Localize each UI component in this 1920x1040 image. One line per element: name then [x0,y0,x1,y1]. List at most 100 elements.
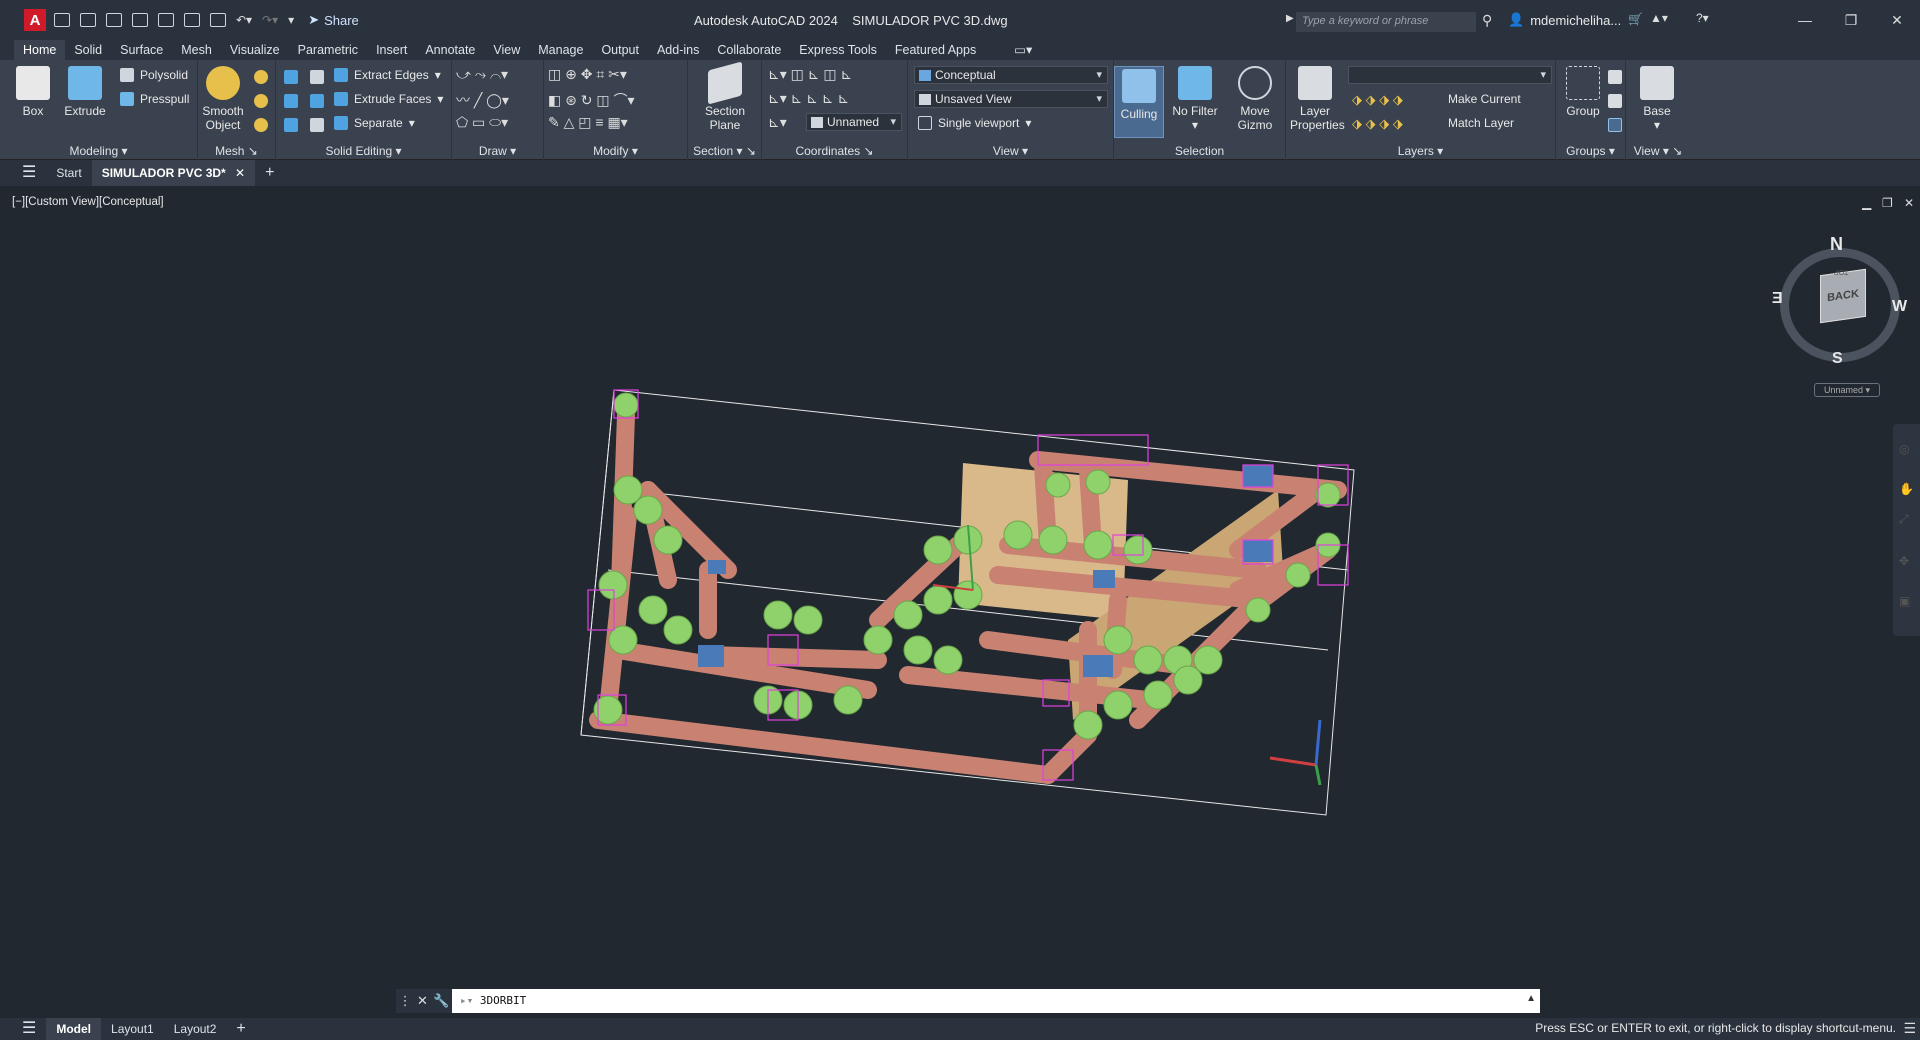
ucs-menu-button[interactable]: Unnamed ▾ [1814,383,1880,397]
open-file-icon[interactable] [80,13,96,27]
layer-dropdown[interactable] [1348,66,1552,84]
smooth-object-button[interactable]: Smooth Object [198,66,248,132]
new-tab-icon[interactable]: + [255,160,284,186]
intersect-icon[interactable] [284,118,298,132]
save-web-icon[interactable] [184,13,200,27]
tab-start[interactable]: Start [46,160,91,186]
share-button[interactable]: ➤ Share [308,12,359,28]
group-selection-icon[interactable] [1608,118,1622,132]
ucs-dropdown[interactable]: Unnamed [806,113,902,131]
rotate-icon[interactable]: ◧ ⊛ ↻ ◫ ⌒▾ [548,90,635,110]
tab-insert[interactable]: Insert [367,40,416,60]
showmotion-icon[interactable]: ▣ [1899,594,1910,608]
zoom-icon[interactable]: ⤢ [1899,512,1909,527]
tab-express-tools[interactable]: Express Tools [790,40,886,60]
section-plane-button[interactable]: Section Plane [700,61,750,132]
layer-properties-button[interactable]: Layer Properties [1290,66,1345,132]
interfere-icon[interactable] [310,70,324,84]
undo-icon[interactable]: ↶▾ [236,13,252,27]
ucs-named-icon[interactable]: ⊾▾ [768,114,787,131]
tab-view[interactable]: View [484,40,529,60]
union-icon[interactable] [284,70,298,84]
tab-featured-apps[interactable]: Featured Apps [886,40,985,60]
panel-title-coordinates[interactable]: Coordinates ↘ [762,144,907,158]
panel-title-layers[interactable]: Layers ▾ [1286,144,1555,158]
extrude-button[interactable]: Extrude [60,66,110,118]
minimize-icon[interactable]: — [1782,0,1828,40]
tab-layout2[interactable]: Layout2 [164,1018,227,1040]
tab-model[interactable]: Model [46,1018,102,1040]
mesh-convert-icon[interactable] [254,118,268,132]
panel-title-selection[interactable]: Selection [1114,144,1285,158]
slice-icon[interactable] [310,94,324,108]
search-icon[interactable]: ⚲ [1482,12,1492,29]
autodesk-app-icon[interactable]: ▲▾ [1650,11,1668,25]
polygon-icon[interactable]: ⬠ ▭ ⬭▾ [456,114,508,131]
mesh-crease-icon[interactable] [254,94,268,108]
tab-drawing[interactable]: SIMULADOR PVC 3D* ✕ [91,160,256,186]
tab-surface[interactable]: Surface [111,40,172,60]
command-history-icon[interactable]: ▲ [1526,993,1536,1004]
redo-icon[interactable]: ↷▾ [262,13,278,27]
workspace-toggle-icon[interactable]: ▭▾ [1005,40,1041,60]
extrude-faces-button[interactable]: Extrude Faces ▾ [334,92,443,106]
subtract-icon[interactable] [284,94,298,108]
user-menu[interactable]: 👤 mdemicheliha... [1508,12,1621,28]
new-layout-icon[interactable]: + [226,1018,255,1040]
ucs-icon[interactable]: ⊾▾ ◫ ⊾ ◫ ⊾ [768,66,852,83]
viewport-minimize-icon[interactable]: ▁ [1862,196,1871,210]
panel-title-modify[interactable]: Modify ▾ [544,144,687,158]
application-menu-icon[interactable]: ☰ [0,160,46,186]
make-current-button[interactable]: Make Current [1448,92,1521,106]
viewcube[interactable]: N S E W BACK TOP [1772,234,1907,367]
viewport-config-button[interactable]: Single viewport ▾ [918,116,1031,130]
panel-title-mesh[interactable]: Mesh ↘ [198,144,275,158]
command-input[interactable]: ▸▾ 3DORBIT [452,989,1540,1013]
tab-annotate[interactable]: Annotate [416,40,484,60]
tab-add-ins[interactable]: Add-ins [648,40,708,60]
status-menu-icon[interactable]: ☰ [1903,1020,1916,1037]
move-gizmo-button[interactable]: Move Gizmo [1230,66,1280,132]
tab-mesh[interactable]: Mesh [172,40,221,60]
restore-icon[interactable]: ❐ [1828,0,1874,40]
presspull-button[interactable]: Presspull [120,92,189,106]
tab-visualize[interactable]: Visualize [221,40,289,60]
layout-menu-icon[interactable]: ☰ [0,1018,46,1040]
tab-output[interactable]: Output [592,40,648,60]
group-edit-icon[interactable] [1608,94,1622,108]
layer-tools-icon[interactable]: ⬗ ⬗ ⬗ ⬗ [1352,92,1403,108]
polyline-icon[interactable]: 〰 ╱ ◯▾ [456,90,509,110]
culling-button[interactable]: Culling [1114,66,1164,138]
panel-title-modeling[interactable]: Modeling ▾ [0,144,197,158]
drawing-viewport[interactable] [8,190,1920,1012]
mesh-refine-icon[interactable] [254,70,268,84]
erase-icon[interactable]: ✎ △ ◰ ≡ ▦▾ [548,114,628,131]
group-button[interactable]: Group [1558,66,1608,118]
panel-title-view[interactable]: View ▾ [908,144,1113,158]
extract-edges-button[interactable]: Extract Edges ▾ [334,68,441,82]
visual-style-dropdown[interactable]: Conceptual [914,66,1108,84]
tab-solid[interactable]: Solid [65,40,111,60]
close-tab-icon[interactable]: ✕ [235,166,245,180]
viewport-restore-icon[interactable]: ❐ [1882,196,1893,210]
tab-collaborate[interactable]: Collaborate [708,40,790,60]
panel-title-groups[interactable]: Groups ▾ [1556,144,1625,158]
pan-icon[interactable]: ✋ [1899,482,1914,496]
close-icon[interactable]: ✕ [1874,0,1920,40]
layer-tools2-icon[interactable]: ⬗ ⬗ ⬗ ⬗ [1352,116,1403,132]
app-logo-icon[interactable]: A [24,9,46,31]
compass-west-label[interactable]: W [1892,298,1907,316]
new-file-icon[interactable] [54,13,70,27]
search-input[interactable]: Type a keyword or phrase [1296,12,1476,32]
thicken-icon[interactable] [310,118,324,132]
save-as-icon[interactable] [132,13,148,27]
no-filter-button[interactable]: No Filter ▾ [1170,66,1220,132]
viewport-close-icon[interactable]: ✕ [1904,196,1914,210]
tab-home[interactable]: Home [14,40,66,60]
viewport-controls-label[interactable]: [−][Custom View][Conceptual] [12,196,164,208]
customize-qat-icon[interactable]: ▾ [288,13,294,27]
panel-title-solid-editing[interactable]: Solid Editing ▾ [276,144,451,158]
base-button[interactable]: Base ▾ [1632,66,1682,132]
line-icon[interactable]: ⤻ ⤳ ⌒▾ [456,66,508,83]
open-web-icon[interactable] [158,13,174,27]
